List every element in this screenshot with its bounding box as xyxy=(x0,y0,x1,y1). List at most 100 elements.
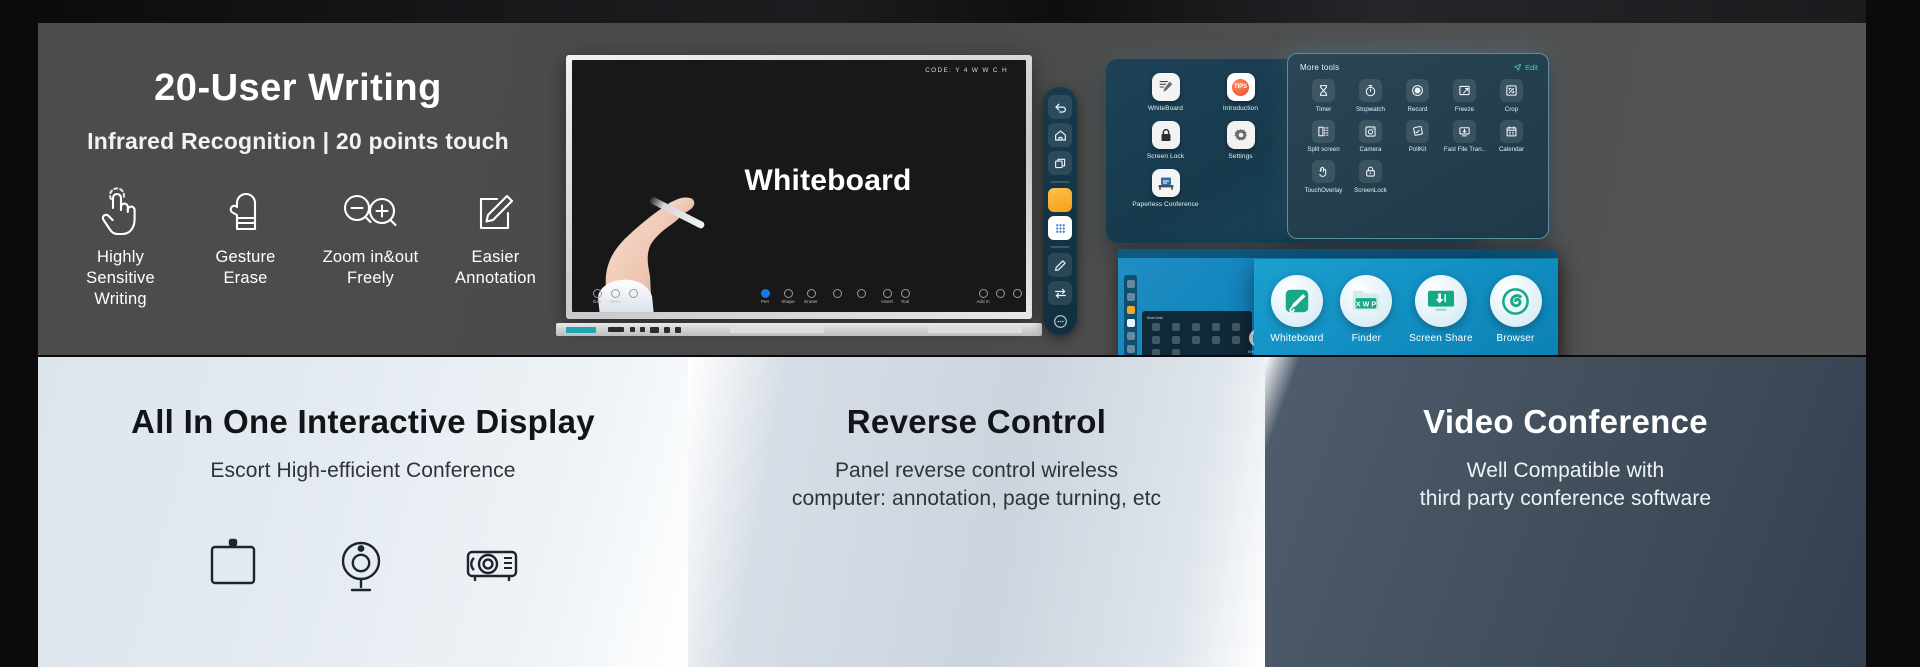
card-subtitle: Escort High-efficient Conference xyxy=(210,459,516,482)
popup-cell[interactable] xyxy=(1147,323,1165,334)
whiteboard-tool-redo[interactable] xyxy=(848,289,874,299)
app-grid-icon[interactable] xyxy=(1048,216,1072,240)
whiteboard-tool-tool[interactable]: Tool xyxy=(892,289,918,304)
tool-icon xyxy=(1212,323,1220,331)
tool-label: Fast File Tran.. xyxy=(1443,146,1486,153)
popup-cell[interactable] xyxy=(1207,323,1225,334)
popup-cell[interactable] xyxy=(1147,349,1165,355)
tool-icon xyxy=(1152,323,1160,331)
more-tools-title: More tools xyxy=(1300,63,1340,72)
feature-zoom-in-out: Zoom in&out Freely xyxy=(308,183,433,289)
whiteboard-tool-new[interactable] xyxy=(620,289,646,299)
tool-label: Camera xyxy=(1359,146,1382,153)
popup-cell[interactable] xyxy=(1147,336,1165,347)
app-label: Paperless Conference xyxy=(1132,201,1199,208)
more-tools-panel[interactable]: More tools Edit Timer Stopwatch Record F… xyxy=(1287,53,1549,239)
tool-label: Split screen xyxy=(1307,146,1340,153)
app-whiteboard[interactable]: WhiteBoard xyxy=(1128,73,1203,113)
transfer-icon[interactable] xyxy=(1048,281,1072,305)
whiteboard-tool-share[interactable] xyxy=(1004,289,1026,299)
app-settings[interactable]: Settings xyxy=(1203,121,1278,161)
tool-calendar[interactable]: Calendar xyxy=(1488,119,1535,153)
tool-screen-lock[interactable]: ScreenLock xyxy=(1347,160,1394,194)
feature-easier-annotation: Easier Annotation xyxy=(433,183,558,289)
popup-cell[interactable] xyxy=(1187,336,1205,347)
tool-stopwatch[interactable]: Stopwatch xyxy=(1347,79,1394,113)
redo-icon xyxy=(856,289,866,298)
tool-label: Timer xyxy=(1315,105,1332,113)
whiteboard-tool-eraser[interactable]: Eraser xyxy=(798,289,824,304)
card-title: Reverse Control xyxy=(846,403,1107,440)
feature-label: Zoom in&out Freely xyxy=(322,248,419,287)
home-status-bar xyxy=(1118,249,1558,258)
more-tools-edit-button[interactable]: Edit xyxy=(1513,63,1538,72)
camera-icon xyxy=(1359,119,1382,143)
dock-more-icon[interactable] xyxy=(1126,345,1135,353)
dock-back-icon[interactable] xyxy=(1126,280,1135,288)
home-icon[interactable] xyxy=(1048,123,1072,147)
tool-icon xyxy=(1192,323,1200,331)
whiteboard-toolbar[interactable]: Exit Menu Pen Shape Eraser Insert Tool A… xyxy=(572,289,1026,309)
right-black-margin xyxy=(1866,0,1920,667)
popup-cell[interactable] xyxy=(1187,323,1205,334)
popup-cell[interactable] xyxy=(1167,336,1185,347)
dock-finder-icon[interactable] xyxy=(1126,306,1135,314)
dock-apps-icon[interactable] xyxy=(1126,319,1135,327)
tool-record[interactable]: Record xyxy=(1394,79,1441,113)
launcher-screen-share[interactable]: Screen Share xyxy=(1409,275,1473,344)
finder-folder-icon[interactable] xyxy=(1048,188,1072,212)
tool-freeze[interactable]: Freeze xyxy=(1441,79,1488,113)
more-dots-icon[interactable] xyxy=(1048,309,1072,333)
edit-pencil-icon xyxy=(1513,63,1522,72)
app-label: Screen Lock xyxy=(1146,153,1185,160)
popup-cell[interactable] xyxy=(1227,336,1245,347)
share-icon xyxy=(1012,289,1022,298)
floating-side-toolbar[interactable] xyxy=(1043,87,1077,335)
more-tools-grid: Timer Stopwatch Record Freeze Crop Split… xyxy=(1300,79,1538,201)
svg-text:X W P: X W P xyxy=(1356,300,1376,308)
popup-cell[interactable] xyxy=(1167,323,1185,334)
popup-cell[interactable] xyxy=(1207,336,1225,347)
tool-crop[interactable]: Crop xyxy=(1488,79,1535,113)
monitor-base-bar xyxy=(556,323,1042,336)
paperless-conference-icon xyxy=(1151,169,1180,197)
home-side-dock[interactable] xyxy=(1124,275,1137,355)
tool-timer[interactable]: Timer xyxy=(1300,79,1347,113)
card-title: All In One Interactive Display xyxy=(131,403,595,440)
back-icon[interactable] xyxy=(1048,95,1072,119)
home-tools-popup: More tools xyxy=(1142,311,1252,355)
tool-fast-file-transfer[interactable]: Fast File Tran.. xyxy=(1441,119,1488,153)
left-black-margin xyxy=(0,0,38,667)
app-paperless-conference[interactable]: Paperless Conference xyxy=(1128,169,1203,209)
popup-cell[interactable] xyxy=(1227,323,1245,334)
webcam-icon xyxy=(332,535,390,593)
hero-title: 20-User Writing xyxy=(154,67,442,109)
mitten-glove-icon xyxy=(226,183,266,241)
io-port xyxy=(608,327,624,332)
tool-camera[interactable]: Camera xyxy=(1347,119,1394,153)
tool-touch-overlay[interactable]: TouchOverlay xyxy=(1300,160,1347,194)
touch-hand-icon xyxy=(99,183,143,241)
browser-spiral-icon xyxy=(1489,275,1542,327)
settings-gear-icon xyxy=(1226,121,1255,149)
recent-tasks-icon[interactable] xyxy=(1048,151,1072,175)
app-label: WhiteBoard xyxy=(1148,105,1183,112)
launcher-browser[interactable]: Browser xyxy=(1489,275,1542,344)
whiteboard-icon xyxy=(1151,73,1180,101)
pencil-icon[interactable] xyxy=(1048,253,1072,277)
whiteboard-tool-undo[interactable] xyxy=(824,289,850,299)
dock-pencil-icon[interactable] xyxy=(1126,332,1135,340)
popup-cell[interactable] xyxy=(1167,349,1185,355)
launcher-whiteboard[interactable]: Whiteboard xyxy=(1270,275,1323,344)
launcher-finder[interactable]: X W P Finder xyxy=(1340,275,1393,344)
card-title: Video Conference xyxy=(1423,403,1708,440)
feature-label: Highly Sensitive Writing xyxy=(86,248,155,308)
launcher-overlay[interactable]: Whiteboard X W P Finder Screen Share Bro… xyxy=(1254,259,1558,355)
tool-pollkit[interactable]: PollKit xyxy=(1394,119,1441,153)
io-port xyxy=(664,327,670,333)
dock-home-icon[interactable] xyxy=(1126,293,1135,301)
brand-logo xyxy=(566,326,596,333)
app-screen-lock[interactable]: Screen Lock xyxy=(1128,121,1203,161)
app-introduction[interactable]: TIPS Introduction xyxy=(1203,73,1278,113)
tool-split-screen[interactable]: Split screen xyxy=(1300,119,1347,153)
